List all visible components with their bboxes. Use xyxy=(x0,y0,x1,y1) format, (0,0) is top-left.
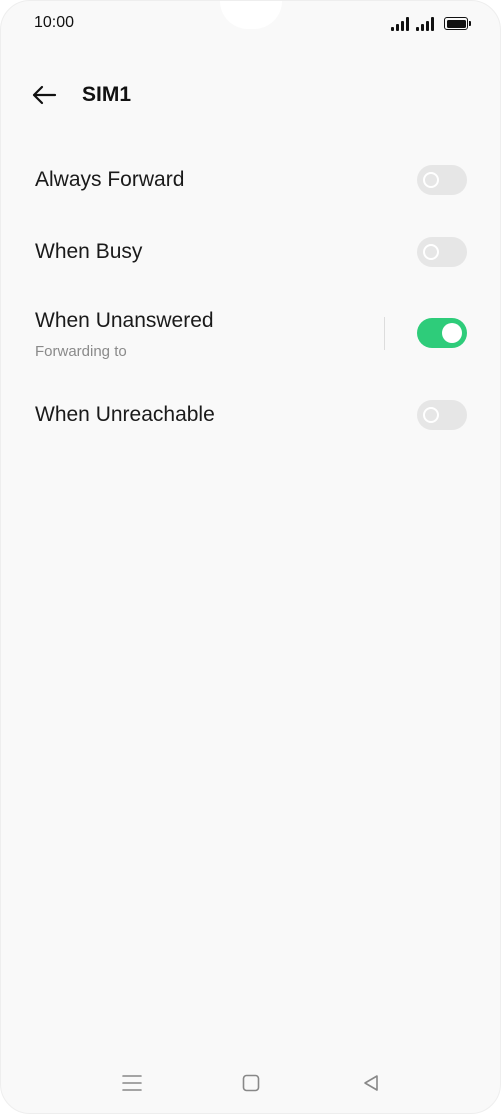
toggle-knob xyxy=(423,407,439,423)
when-unanswered-toggle[interactable] xyxy=(417,318,467,348)
nav-menu-button[interactable] xyxy=(112,1063,152,1103)
battery-icon xyxy=(444,17,471,30)
menu-icon xyxy=(122,1075,142,1091)
signal-icon xyxy=(416,17,434,31)
signal-icon xyxy=(391,17,409,31)
list-item-label: When Unreachable xyxy=(35,403,215,426)
nav-home-button[interactable] xyxy=(231,1063,271,1103)
list-item-when-unreachable[interactable]: When Unreachable xyxy=(1,379,500,451)
toggle-knob xyxy=(442,323,462,343)
always-forward-toggle[interactable] xyxy=(417,165,467,195)
app-header: SIM1 xyxy=(1,75,500,115)
forwarding-list: Always Forward When Busy When Unanswered… xyxy=(1,144,500,451)
status-bar: 10:00 xyxy=(1,1,500,45)
phone-screen: 10:00 SIM1 Always Forward When Busy When… xyxy=(0,0,501,1114)
list-item-label: When Busy xyxy=(35,240,143,263)
list-item-label: When Unanswered xyxy=(35,309,214,332)
list-item-subtitle: Forwarding to xyxy=(35,343,127,360)
list-item-label: Always Forward xyxy=(35,168,185,191)
nav-back-button[interactable] xyxy=(351,1063,391,1103)
toggle-knob xyxy=(423,172,439,188)
status-time: 10:00 xyxy=(34,14,75,31)
vertical-divider xyxy=(384,317,385,350)
when-unreachable-toggle[interactable] xyxy=(417,400,467,430)
status-icons xyxy=(391,15,471,31)
navigation-bar xyxy=(1,1053,500,1113)
list-item-always-forward[interactable]: Always Forward xyxy=(1,144,500,216)
arrow-left-icon xyxy=(32,85,57,105)
list-item-when-busy[interactable]: When Busy xyxy=(1,216,500,288)
back-button[interactable] xyxy=(23,75,65,115)
back-triangle-icon xyxy=(364,1075,378,1091)
home-icon xyxy=(242,1074,260,1092)
when-busy-toggle[interactable] xyxy=(417,237,467,267)
toggle-knob xyxy=(423,244,439,260)
page-title: SIM1 xyxy=(82,83,132,106)
list-item-when-unanswered[interactable]: When Unanswered Forwarding to xyxy=(1,288,500,379)
